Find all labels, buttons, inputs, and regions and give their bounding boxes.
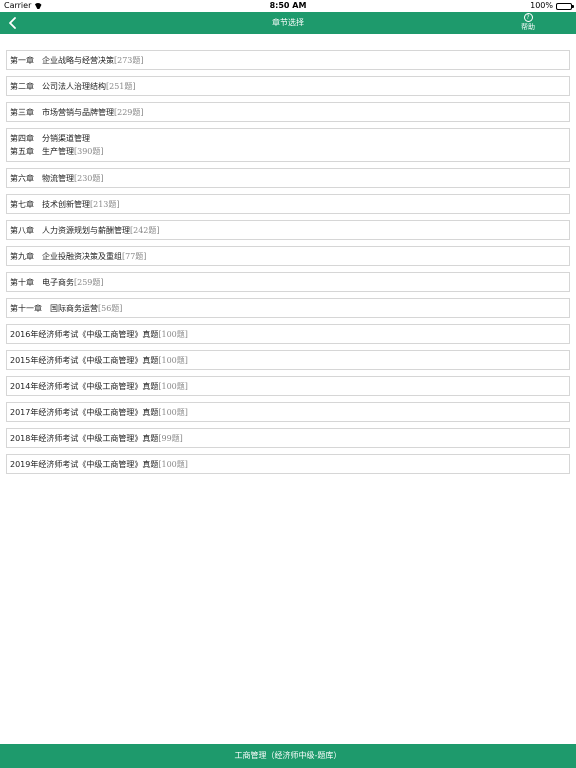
status-time: 8:50 AM	[269, 1, 307, 10]
chapter-title: 第十一章 国际商务运营	[10, 303, 98, 313]
chapter-title: 2016年经济师考试《中级工商管理》真题	[10, 329, 159, 339]
chapter-title: 第四章 分销渠道管理	[10, 134, 90, 143]
chapter-list: 第一章 企业战略与经营决策[273题] 第二章 公司法人治理结构[251题] 第三章…	[6, 50, 570, 480]
chapter-title: 第二章 公司法人治理结构	[10, 81, 106, 91]
chapter-title: 第三章 市场营销与品牌管理	[10, 107, 114, 117]
question-count: [251题]	[106, 81, 136, 91]
chapter-line: 2015年经济师考试《中级工商管理》真题[100题]	[10, 354, 566, 367]
chapter-title: 第九章 企业投融资决策及重组	[10, 251, 122, 261]
chapter-line: 第四章 分销渠道管理	[10, 132, 566, 145]
chapter-item[interactable]: 2018年经济师考试《中级工商管理》真题[99题]	[6, 428, 570, 448]
chapter-item[interactable]: 第九章 企业投融资决策及重组[77题]	[6, 246, 570, 266]
chapter-line: 2019年经济师考试《中级工商管理》真题[100题]	[10, 458, 566, 471]
chapter-item[interactable]: 第四章 分销渠道管理 第五章 生产管理[390题]	[6, 128, 570, 162]
chapter-title: 2015年经济师考试《中级工商管理》真题	[10, 355, 159, 365]
chapter-item[interactable]: 第二章 公司法人治理结构[251题]	[6, 76, 570, 96]
chapter-item[interactable]: 2016年经济师考试《中级工商管理》真题[100题]	[6, 324, 570, 344]
status-bar: Carrier 8:50 AM 100%	[0, 0, 576, 12]
chevron-left-icon	[8, 17, 16, 29]
chapter-line: 第六章 物流管理[230题]	[10, 172, 566, 185]
back-button[interactable]	[4, 14, 20, 32]
chapter-item[interactable]: 2017年经济师考试《中级工商管理》真题[100题]	[6, 402, 570, 422]
chapter-item[interactable]: 第七章 技术创新管理[213题]	[6, 194, 570, 214]
chapter-line: 第十章 电子商务[259题]	[10, 276, 566, 289]
chapter-title: 第八章 人力资源规划与薪酬管理	[10, 225, 130, 235]
battery-group: 100%	[530, 0, 574, 12]
chapter-item[interactable]: 第八章 人力资源规划与薪酬管理[242题]	[6, 220, 570, 240]
chapter-line: 2018年经济师考试《中级工商管理》真题[99题]	[10, 432, 566, 445]
question-count: [56题]	[98, 303, 123, 313]
chapter-item[interactable]: 第一章 企业战略与经营决策[273题]	[6, 50, 570, 70]
chapter-line: 第二章 公司法人治理结构[251题]	[10, 80, 566, 93]
question-count: [229题]	[114, 107, 144, 117]
chapter-line: 2014年经济师考试《中级工商管理》真题[100题]	[10, 380, 566, 393]
battery-percent: 100%	[530, 1, 553, 10]
chapter-line: 第一章 企业战略与经营决策[273题]	[10, 54, 566, 67]
question-count: [259题]	[74, 277, 104, 287]
question-count: [100题]	[158, 355, 188, 365]
chapter-title: 2019年经济师考试《中级工商管理》真题	[10, 459, 159, 469]
question-count: [100题]	[158, 407, 188, 417]
chapter-line: 2016年经济师考试《中级工商管理》真题[100题]	[10, 328, 566, 341]
question-count: [100题]	[158, 381, 188, 391]
help-button[interactable]: ? 帮助	[514, 13, 542, 32]
question-circle-icon: ?	[523, 13, 533, 22]
chapter-item[interactable]: 2014年经济师考试《中级工商管理》真题[100题]	[6, 376, 570, 396]
chapter-title: 第十章 电子商务	[10, 277, 74, 287]
chapter-item[interactable]: 第六章 物流管理[230题]	[6, 168, 570, 188]
navigation-bar: 章节选择 ? 帮助	[0, 12, 576, 34]
chapter-title: 2017年经济师考试《中级工商管理》真题	[10, 407, 159, 417]
question-count: [213题]	[90, 199, 120, 209]
question-count: [242题]	[130, 225, 160, 235]
chapter-item[interactable]: 第十章 电子商务[259题]	[6, 272, 570, 292]
chapter-title: 第五章 生产管理	[10, 147, 74, 156]
question-count: [390题]	[74, 147, 104, 156]
chapter-title: 2014年经济师考试《中级工商管理》真题	[10, 381, 159, 391]
chapter-item[interactable]: 第三章 市场营销与品牌管理[229题]	[6, 102, 570, 122]
question-count: [100题]	[158, 459, 188, 469]
help-label: 帮助	[521, 23, 535, 31]
chapter-item[interactable]: 2015年经济师考试《中级工商管理》真题[100题]	[6, 350, 570, 370]
chapter-title: 2018年经济师考试《中级工商管理》真题	[10, 433, 159, 443]
page-title: 章节选择	[272, 18, 304, 27]
chapter-title: 第六章 物流管理	[10, 173, 74, 183]
chapter-line: 第三章 市场营销与品牌管理[229题]	[10, 106, 566, 119]
battery-icon	[556, 2, 574, 10]
chapter-line: 第九章 企业投融资决策及重组[77题]	[10, 250, 566, 263]
question-count: [100题]	[158, 329, 188, 339]
question-count: [99题]	[158, 433, 183, 443]
footer-title: 工商管理（经济师中级-题库）	[234, 751, 342, 760]
chapter-line: 第五章 生产管理[390题]	[10, 145, 566, 158]
question-count: [273题]	[114, 55, 144, 65]
chapter-item[interactable]: 2019年经济师考试《中级工商管理》真题[100题]	[6, 454, 570, 474]
chapter-line: 第七章 技术创新管理[213题]	[10, 198, 566, 211]
chapter-title: 第一章 企业战略与经营决策	[10, 55, 114, 65]
footer-bar: 工商管理（经济师中级-题库）	[0, 744, 576, 768]
chapter-line: 2017年经济师考试《中级工商管理》真题[100题]	[10, 406, 566, 419]
chapter-item[interactable]: 第十一章 国际商务运营[56题]	[6, 298, 570, 318]
chapter-line: 第十一章 国际商务运营[56题]	[10, 302, 566, 315]
question-count: [77题]	[122, 251, 147, 261]
chapter-line: 第八章 人力资源规划与薪酬管理[242题]	[10, 224, 566, 237]
question-count: [230题]	[74, 173, 104, 183]
chapter-title: 第七章 技术创新管理	[10, 199, 90, 209]
